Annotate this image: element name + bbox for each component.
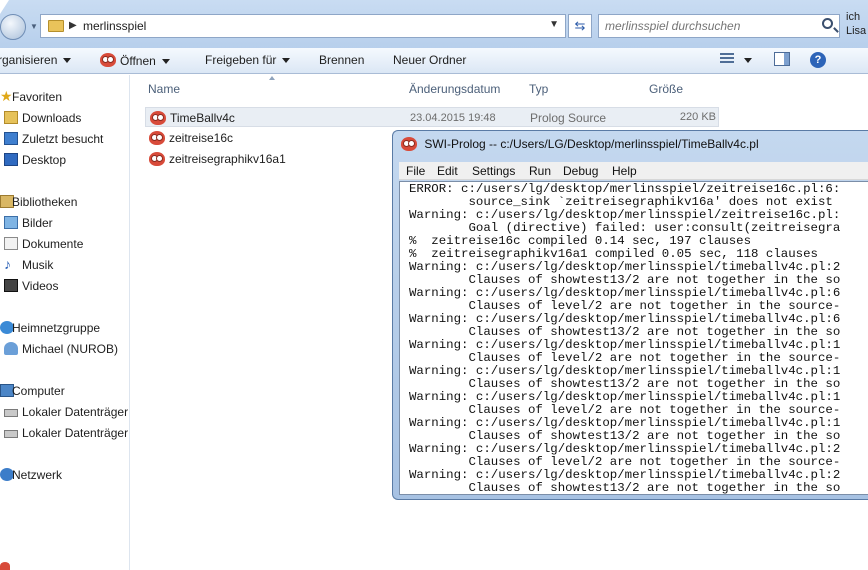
file-row[interactable]: TimeBallv4c 23.04.2015 19:48 Prolog Sour… <box>145 107 719 127</box>
hard-drive-icon <box>4 430 18 438</box>
column-header-type[interactable]: Typ <box>529 82 548 96</box>
back-button[interactable] <box>0 14 26 40</box>
video-icon <box>4 279 18 292</box>
nav-label: Lokaler Datenträger <box>22 405 129 419</box>
console-line: Clauses of showtest13/2 are not together… <box>409 481 841 495</box>
swi-prolog-owl-icon <box>100 53 116 67</box>
menu-file[interactable]: File <box>406 164 425 178</box>
music-note-icon: ♪ <box>4 256 11 272</box>
nav-label: Desktop <box>22 153 67 167</box>
file-name: TimeBallv4c <box>170 111 235 125</box>
search-input[interactable] <box>605 19 815 33</box>
mouse-cursor-icon <box>0 0 9 14</box>
file-type: Prolog Source <box>530 111 607 125</box>
swi-prolog-owl-icon <box>401 137 417 151</box>
sort-arrow-icon <box>269 76 275 80</box>
view-options-icon[interactable] <box>720 53 734 65</box>
address-bar-area: ▼ ▶ merlinsspiel ▼ ⇆ ich Lisa <box>0 0 868 48</box>
search-box[interactable] <box>598 14 840 38</box>
background-window-edge: ich Lisa <box>846 10 868 46</box>
nav-label: Michael (NUROB) <box>22 342 119 356</box>
column-header-modified[interactable]: Änderungsdatum <box>409 82 500 96</box>
search-icon[interactable] <box>822 18 833 29</box>
burn-button[interactable]: Brennen <box>319 53 364 67</box>
nav-label: Netzwerk <box>12 468 63 482</box>
nav-label: Computer <box>12 384 65 398</box>
open-label: Öffnen <box>120 54 156 68</box>
nav-label: Bilder <box>22 216 53 230</box>
preview-pane-icon[interactable] <box>774 52 790 66</box>
hard-drive-icon <box>4 409 18 417</box>
chevron-down-icon <box>282 58 291 64</box>
pictures-icon <box>4 216 18 229</box>
share-label: Freigeben für <box>205 53 277 67</box>
nav-label: Heimnetzgruppe <box>12 321 101 335</box>
menu-help[interactable]: Help <box>612 164 637 178</box>
nav-label: Favoriten <box>12 90 63 104</box>
column-header-size[interactable]: Größe <box>649 82 683 96</box>
menu-settings[interactable]: Settings <box>472 164 515 178</box>
nav-label: Lokaler Datenträger <box>22 426 129 440</box>
new-folder-label: Neuer Ordner <box>393 53 467 67</box>
menu-debug[interactable]: Debug <box>563 164 598 178</box>
prolog-file-icon <box>0 562 10 570</box>
file-name: zeitreise16c <box>169 131 234 145</box>
user-icon <box>4 342 18 355</box>
desktop-icon <box>4 153 18 166</box>
menu-edit[interactable]: Edit <box>437 164 458 178</box>
recent-pages-dropdown-icon[interactable]: ▼ <box>30 22 40 31</box>
refresh-button[interactable]: ⇆ <box>568 14 592 38</box>
prolog-file-icon <box>149 152 165 166</box>
burn-label: Brennen <box>319 53 365 67</box>
folder-icon <box>48 20 64 32</box>
nav-label: Zuletzt besucht <box>22 132 104 146</box>
downloads-folder-icon <box>4 111 18 124</box>
prolog-file-icon <box>149 131 165 145</box>
file-size: 220 KB <box>679 111 716 123</box>
nav-label: Musik <box>22 258 54 272</box>
column-header-name[interactable]: Name <box>148 82 180 96</box>
breadcrumb-separator-icon[interactable]: ▶ <box>69 20 77 31</box>
nav-label: Videos <box>22 279 59 293</box>
share-button[interactable]: Freigeben für <box>205 53 291 67</box>
breadcrumb-segment[interactable]: merlinsspiel <box>83 19 146 33</box>
menu-run[interactable]: Run <box>529 164 551 178</box>
navigation-pane: ★ Favoriten Downloads Zuletzt besucht Des… <box>0 75 130 570</box>
new-folder-button[interactable]: Neuer Ordner <box>393 53 466 67</box>
open-button[interactable]: Öffnen <box>100 53 170 68</box>
nav-label: Bibliotheken <box>12 195 78 209</box>
address-field[interactable]: ▶ merlinsspiel ▼ <box>40 14 566 38</box>
edge-text-2: Lisa <box>846 25 867 37</box>
recent-places-icon <box>4 132 18 145</box>
swi-prolog-window: SWI-Prolog -- c:/Users/LG/Desktop/merlin… <box>392 130 868 500</box>
file-name: zeitreisegraphikv16a1 <box>169 152 286 166</box>
menu-bar: File Edit Settings Run Debug Help <box>399 162 868 180</box>
address-dropdown-icon[interactable]: ▼ <box>549 19 559 30</box>
prolog-file-icon <box>150 111 166 125</box>
command-toolbar: rganisieren Öffnen Freigeben für Brennen… <box>0 48 868 74</box>
file-date: 23.04.2015 19:48 <box>410 112 496 124</box>
chevron-down-icon <box>63 58 72 64</box>
chevron-down-icon <box>161 59 170 65</box>
nav-label: Dokumente <box>22 237 84 251</box>
edge-text-1: ich <box>846 11 861 23</box>
documents-icon <box>4 237 18 250</box>
organize-label: rganisieren <box>0 53 58 67</box>
help-icon[interactable]: ? <box>810 52 826 68</box>
window-title: SWI-Prolog -- c:/Users/LG/Desktop/merlin… <box>401 137 759 155</box>
window-title-text: SWI-Prolog -- c:/Users/LG/Desktop/merlin… <box>424 137 759 151</box>
console-output[interactable]: ERROR: c:/users/lg/desktop/merlinsspiel/… <box>399 181 868 495</box>
view-dropdown-icon[interactable] <box>744 58 752 63</box>
nav-label: Downloads <box>22 111 82 125</box>
organize-button[interactable]: rganisieren <box>0 53 72 67</box>
